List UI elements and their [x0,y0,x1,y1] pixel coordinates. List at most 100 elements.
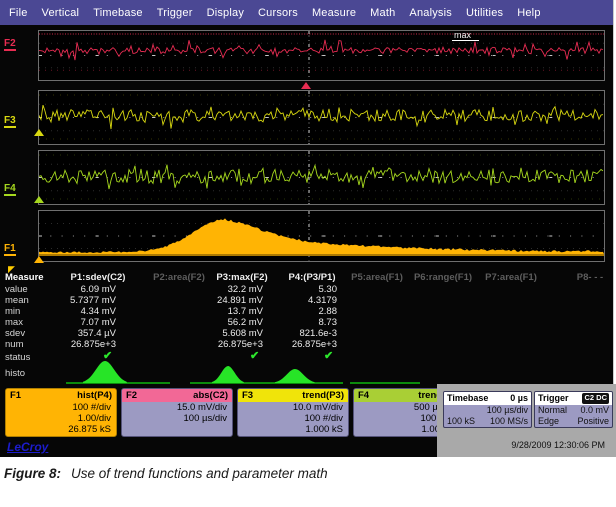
timebase-box[interactable]: Timebase 0 µs 100 µs/div 100 kS 100 MS/s [443,391,532,428]
waveform-trace-f4 [39,165,603,189]
trigger-label: Trigger [538,393,569,404]
menu-item-cursors[interactable]: Cursors [258,7,298,19]
trigger-source-badge: C2 DC [582,393,609,404]
descriptor-function: hist(P4) [77,389,112,402]
measure-col-header-2[interactable]: P2:area(F2) [153,272,205,283]
menu-item-timebase[interactable]: Timebase [93,7,143,19]
measure-value: 5.30 [225,284,337,295]
grid-panel-f3 [38,90,605,145]
measure-value: 357.4 µV [4,328,116,339]
measure-value: 4.3179 [225,295,337,306]
menu-item-measure[interactable]: Measure [312,7,356,19]
trace-plot-f3 [39,91,604,144]
trace-plot-f4 [39,151,604,204]
measure-value: 26.875e+3 [225,339,337,350]
measure-col-header-8[interactable]: P8- - - [577,272,603,283]
trace-label-f3[interactable]: F3 [4,115,16,128]
trace-label-f2[interactable]: F2 [4,38,16,51]
figure-caption-text: Use of trend functions and parameter mat… [71,466,328,481]
histo-sparklines [38,358,430,386]
measure-row-label-histo: histo [5,368,25,379]
timebase-header: Timebase 0 µs [444,392,531,405]
level-marker-1 [34,129,44,136]
descriptor-setting: 100 #/div [238,413,348,424]
measure-value: 6.09 mV [4,284,116,295]
measure-title: Measure [5,272,44,283]
measure-col-header-4[interactable]: P4:(P3/P1) [289,272,336,283]
descriptor-setting: 15.0 mV/div [122,402,232,413]
grid-panel-f4 [38,150,605,205]
descriptor-setting: 100 #/div [6,402,116,413]
descriptor-id: F3 [242,389,253,402]
menu-bar: File Vertical Timebase Trigger Display Cursor… [0,0,613,25]
descriptor-setting: 1.00/div [6,413,116,424]
descriptor-header-f1: F1 hist(P4) [6,389,116,402]
menu-item-vertical[interactable]: Vertical [42,7,80,19]
menu-item-analysis[interactable]: Analysis [409,7,452,19]
grid-panel-f2 [38,30,605,81]
descriptor-box-f3[interactable]: F3trend(P3)10.0 mV/div100 #/div1.000 kS [237,388,349,437]
descriptor-id: F1 [10,389,21,402]
figure-caption-label: Figure 8: [4,466,61,481]
trace-plot-f2 [39,31,604,80]
trigger-header: Trigger C2 DC [535,392,612,405]
menu-item-file[interactable]: File [9,7,28,19]
trace-label-f1[interactable]: F1 [4,243,16,256]
timebase-samples: 100 kS [447,416,475,427]
menu-item-math[interactable]: Math [370,7,395,19]
timebase-per-div: 100 µs/div [487,405,528,416]
descriptor-id: F2 [126,389,137,402]
measure-value: 7.07 mV [4,317,116,328]
measure-row-label-status: status [5,352,30,363]
trace-plot-f1 [39,211,604,261]
descriptor-setting: 100 µs/div [122,413,232,424]
measure-value: 26.875e+3 [4,339,116,350]
measure-col-values-4: 5.304.31792.888.73821.6e-326.875e+3 [225,284,337,350]
level-marker-3 [34,256,44,263]
descriptor-setting: 26.875 kS [6,424,116,435]
measure-value: 2.88 [225,306,337,317]
descriptor-setting: 1.000 kS [238,424,348,435]
level-marker-2 [34,196,44,203]
measure-col-header-3[interactable]: P3:max(F2) [216,272,267,283]
timebase-offset: 0 µs [510,393,528,404]
histo-sparkline [212,366,244,383]
timebase-rate: 100 MS/s [490,416,528,427]
trigger-slope: Positive [577,416,609,427]
menu-item-trigger[interactable]: Trigger [157,7,193,19]
descriptor-function: abs(C2) [193,389,228,402]
trigger-type: Edge [538,416,559,427]
figure-caption: Figure 8: Use of trend functions and para… [4,466,328,481]
descriptor-header-f2: F2 abs(C2) [122,389,232,402]
descriptor-box-f2[interactable]: F2 abs(C2)15.0 mV/div100 µs/div [121,388,233,437]
measure-col-header-5[interactable]: P5:area(F1) [351,272,403,283]
measure-col-header-6[interactable]: P6:range(F1) [414,272,472,283]
trace-label-f4[interactable]: F4 [4,183,16,196]
measure-col-header-7[interactable]: P7:area(F1) [485,272,537,283]
menu-item-help[interactable]: Help [517,7,540,19]
grid-panel-f1 [38,210,605,262]
max-annotation: max [452,30,479,41]
datetime-display: 9/28/2009 12:30:06 PM [511,440,605,450]
menu-item-display[interactable]: Display [207,7,244,19]
descriptor-setting: 10.0 mV/div [238,402,348,413]
trigger-mode: Normal [538,405,567,416]
descriptor-header-f3: F3trend(P3) [238,389,348,402]
measure-col-values-1: 6.09 mV5.7377 mV4.34 mV7.07 mV357.4 µV26… [4,284,116,350]
oscilloscope-screen: File Vertical Timebase Trigger Display Cursor… [0,0,614,457]
histo-sparkline [275,369,315,383]
measure-col-header-1[interactable]: P1:sdev(C2) [71,272,126,283]
measure-value: 5.7377 mV [4,295,116,306]
descriptor-id: F4 [358,389,369,402]
descriptor-box-f1[interactable]: F1 hist(P4)100 #/div1.00/div26.875 kS [5,388,117,437]
measure-value: 8.73 [225,317,337,328]
histo-sparkline [83,361,127,383]
trigger-level: 0.0 mV [580,405,609,416]
page: File Vertical Timebase Trigger Display Cursor… [0,0,616,507]
trigger-box[interactable]: Trigger C2 DC Normal 0.0 mV Edge Positiv… [534,391,613,428]
timebase-label: Timebase [447,393,488,404]
lecroy-logo: LeCroy [7,440,48,454]
waveform-trace-f3 [39,105,603,129]
menu-item-utilities[interactable]: Utilities [466,7,503,19]
measure-value: 821.6e-3 [225,328,337,339]
